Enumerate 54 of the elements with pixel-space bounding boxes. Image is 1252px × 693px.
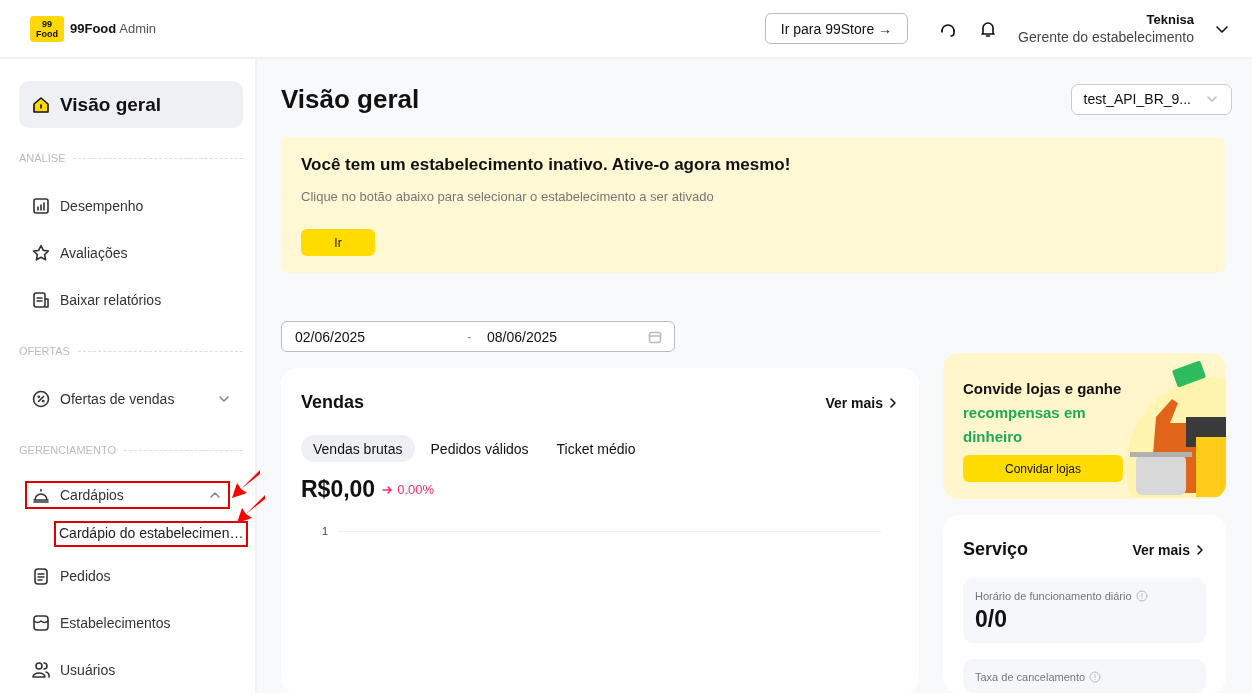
sidebar-item[interactable]: Usuários	[19, 646, 243, 693]
document-icon	[31, 289, 51, 310]
storefront-icon	[31, 612, 51, 633]
store-select[interactable]: test_API_BR_9...	[1070, 83, 1232, 115]
user-role: Gerente do estabelecimento	[1018, 29, 1194, 45]
date-range-field[interactable]: 02/06/2025 - 08/06/2025	[281, 321, 675, 352]
card-title: Vendas	[301, 392, 365, 413]
metric-tab[interactable]: Vendas brutas	[301, 435, 415, 462]
logo-badge: 99 Food	[30, 15, 64, 42]
sidebar-item[interactable]: Visão geral	[19, 81, 243, 128]
star-icon	[31, 242, 51, 263]
user-name: Teknisa	[1146, 12, 1194, 27]
banner-title: Você tem um estabelecimento inativo. Ative-o agora mesmo!	[301, 155, 792, 175]
section-heading: GERENCIAMENTO	[19, 444, 116, 457]
metric-tab[interactable]: Ticket médio	[544, 435, 648, 462]
see-more-link[interactable]: Ver mais	[1132, 541, 1206, 558]
calendar-icon	[648, 329, 662, 344]
store-button[interactable]: Ir para 99Store →	[764, 13, 909, 44]
section-heading: ANÁLISE	[19, 152, 66, 165]
chevron-right-icon	[887, 396, 899, 409]
go-button[interactable]: Ir	[301, 229, 375, 256]
sidebar-item[interactable]: Avaliações	[19, 229, 243, 277]
brand-name: 99Food	[70, 21, 117, 36]
banner-text: Clique no botão abaixo para selecionar o estabelecimento a ser ativado	[301, 189, 715, 204]
page-title: Visão geral	[281, 83, 420, 115]
axis-label: 1	[322, 525, 329, 537]
change-percent: 0.00%	[397, 482, 435, 497]
sidebar-item[interactable]: Desempenho	[19, 182, 243, 230]
promo-title: Convide lojas e ganhe recompensas em dinheiro	[963, 379, 1123, 447]
info-icon	[1135, 590, 1148, 602]
metric-value: 0/0	[975, 606, 1008, 633]
users-icon	[31, 659, 51, 680]
invite-button[interactable]: Convidar lojas	[963, 455, 1123, 482]
info-icon	[1089, 671, 1102, 683]
clipboard-icon	[31, 565, 51, 586]
sidebar-item[interactable]: Cardápios	[27, 482, 228, 507]
discount-badge-icon	[31, 388, 51, 409]
sidebar-item[interactable]: Pedidos	[19, 552, 243, 599]
see-more-link[interactable]: Ver mais	[825, 394, 899, 411]
sidebar-subitem[interactable]: Cardápio do estabelecimen…	[56, 522, 247, 545]
sidebar-item[interactable]: Baixar relatórios	[19, 276, 243, 324]
metric-label: Taxa de cancelamento	[975, 671, 1086, 683]
arrow-right-icon	[381, 483, 394, 496]
home-icon	[31, 94, 51, 115]
sales-value: R$0,00	[301, 476, 376, 503]
brand-suffix: Admin	[119, 21, 157, 36]
card-title: Serviço	[963, 539, 1029, 560]
metric-label: Horário de funcionamento diário	[975, 590, 1132, 602]
sidebar-item[interactable]: Ofertas de vendas	[19, 375, 243, 423]
sidebar-item[interactable]: Estabelecimentos	[19, 599, 243, 646]
chart-icon	[31, 195, 51, 216]
metric-tab[interactable]: Pedidos válidos	[418, 435, 541, 462]
chevron-right-icon	[1194, 543, 1206, 556]
section-heading: OFERTAS	[19, 345, 70, 358]
